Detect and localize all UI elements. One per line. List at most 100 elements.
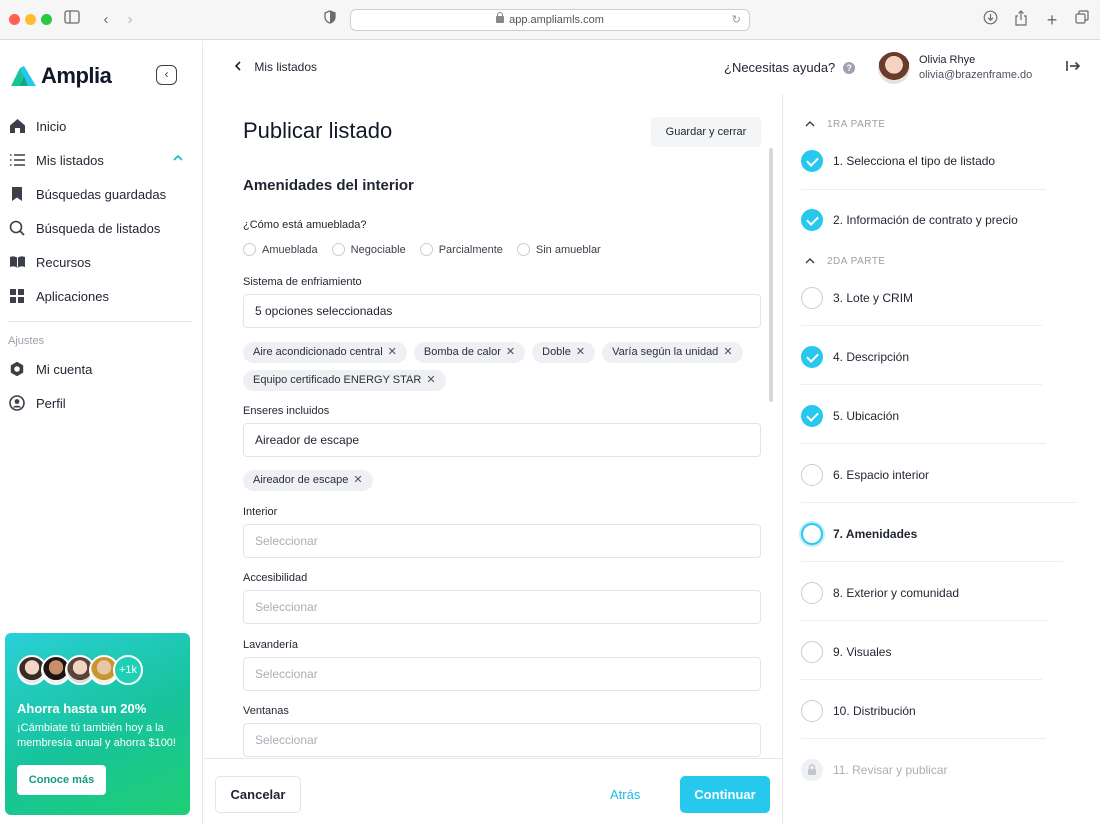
back-to-listings-link[interactable]: Mis listados	[234, 60, 317, 74]
sidebar-section-title: Ajustes	[8, 335, 45, 347]
step-3[interactable]: 3. Lote y CRIM	[801, 277, 1056, 319]
remove-chip-icon[interactable]: ✕	[506, 346, 515, 358]
back-button[interactable]: Atrás	[610, 787, 640, 802]
step-divider	[801, 443, 1046, 444]
cancel-button[interactable]: Cancelar	[215, 776, 301, 813]
help-link[interactable]: ¿Necesitas ayuda??	[724, 60, 856, 75]
minimize-window-button[interactable]	[25, 14, 36, 25]
radio-amueblada[interactable]: Amueblada	[243, 243, 318, 256]
steps-panel: 1RA PARTE 1. Selecciona el tipo de lista…	[782, 94, 1100, 825]
appliances-select[interactable]: Aireador de escape	[243, 423, 761, 457]
laundry-select[interactable]: Seleccionar	[243, 657, 761, 691]
address-bar[interactable]: app.ampliamls.com ↻	[350, 9, 750, 31]
sidebar-item-perfil[interactable]: Perfil	[0, 386, 203, 420]
step-label: 5. Ubicación	[833, 409, 900, 423]
sidebar-item-inicio[interactable]: Inicio	[0, 109, 203, 143]
step-4[interactable]: 4. Descripción	[801, 336, 1056, 378]
sidebar-item-busqueda-de-listados[interactable]: Búsqueda de listados	[0, 211, 203, 245]
close-window-button[interactable]	[9, 14, 20, 25]
page-title: Publicar listado	[243, 118, 393, 143]
remove-chip-icon[interactable]: ✕	[353, 474, 362, 486]
sidebar-item-busquedas-guardadas[interactable]: Búsquedas guardadas	[0, 177, 203, 211]
accessibility-select[interactable]: Seleccionar	[243, 590, 761, 624]
step-9[interactable]: 9. Visuales	[801, 631, 1056, 673]
sidebar-item-label: Búsqueda de listados	[36, 220, 161, 236]
step-divider	[801, 189, 1046, 190]
appliances-label: Enseres incluidos	[243, 405, 330, 417]
step-label: 1. Selecciona el tipo de listado	[833, 154, 996, 168]
collapse-sidebar-button[interactable]: ‹	[156, 65, 177, 85]
remove-chip-icon[interactable]: ✕	[723, 346, 732, 358]
sidebar-item-label: Mi cuenta	[36, 361, 93, 377]
tabs-overview-icon[interactable]	[1072, 10, 1092, 30]
remove-chip-icon[interactable]: ✕	[388, 346, 397, 358]
windows-select[interactable]: Seleccionar	[243, 723, 761, 757]
step-1[interactable]: 1. Selecciona el tipo de listado	[801, 140, 1056, 182]
user-name: Olivia Rhye	[919, 54, 976, 66]
maximize-window-button[interactable]	[41, 14, 52, 25]
save-and-close-button[interactable]: Guardar y cerrar	[651, 117, 761, 147]
sidebar-item-mis-listados[interactable]: Mis listados	[0, 143, 203, 177]
radio-circle[interactable]	[516, 243, 530, 256]
step-11: 11. Revisar y publicar	[801, 749, 1056, 791]
section-title: Amenidades del interior	[243, 177, 414, 194]
learn-more-button[interactable]: Conoce más	[17, 765, 106, 795]
step-5[interactable]: 5. Ubicación	[801, 395, 1056, 437]
lock-icon	[801, 759, 823, 781]
step-6[interactable]: 6. Espacio interior	[801, 454, 1056, 496]
sidebar-item-mi-cuenta[interactable]: Mi cuenta	[0, 352, 203, 386]
radio-label: Amueblada	[262, 243, 318, 256]
reload-icon[interactable]: ↻	[732, 10, 741, 30]
sidebar-item-recursos[interactable]: Recursos	[0, 245, 203, 279]
step-label: 3. Lote y CRIM	[833, 291, 914, 305]
sidebar-toggle-icon[interactable]	[62, 10, 82, 30]
chevron-left-icon	[234, 60, 244, 74]
radio-circle[interactable]	[419, 243, 433, 256]
step-divider	[801, 679, 1042, 680]
step-divider	[801, 620, 1048, 621]
step-label: 9. Visuales	[833, 645, 892, 659]
browser-back-icon[interactable]: ‹	[96, 10, 116, 30]
part-two-header[interactable]: 2DA PARTE	[805, 256, 886, 267]
chip-label: Doble	[542, 346, 571, 358]
browser-toolbar: ‹ › app.ampliamls.com ↻ +	[0, 0, 1100, 40]
browser-forward-icon[interactable]: ›	[120, 10, 140, 30]
interior-select[interactable]: Seleccionar	[243, 524, 761, 558]
promo-title: Ahorra hasta un 20%	[17, 701, 147, 716]
remove-chip-icon[interactable]: ✕	[576, 346, 585, 358]
brand-logo[interactable]: Amplia	[11, 63, 112, 89]
chevron-up-icon[interactable]	[173, 153, 183, 164]
continue-button[interactable]: Continuar	[680, 776, 770, 813]
check-circle-icon	[801, 405, 823, 427]
cooling-select[interactable]: 5 opciones seleccionadas	[243, 294, 761, 328]
sidebar-item-aplicaciones[interactable]: Aplicaciones	[0, 279, 203, 313]
logout-icon[interactable]	[1066, 59, 1081, 75]
share-icon[interactable]	[1011, 10, 1031, 30]
radio-parcialmente[interactable]: Parcialmente	[419, 243, 503, 256]
current-step-circle-icon	[801, 523, 823, 545]
radio-circle[interactable]	[331, 243, 345, 256]
step-label: 2. Información de contrato y precio	[833, 213, 1018, 227]
help-label: ¿Necesitas ayuda?	[724, 60, 836, 75]
sidebar-divider	[8, 321, 192, 322]
part-one-header[interactable]: 1RA PARTE	[805, 119, 886, 130]
radio-negociable[interactable]: Negociable	[331, 243, 406, 256]
step-divider	[801, 502, 1076, 503]
radio-sin-amueblar[interactable]: Sin amueblar	[516, 243, 601, 256]
furnished-label: ¿Cómo está amueblada?	[243, 219, 367, 231]
listing-form: Publicar listado Guardar y cerrar Amenid…	[204, 94, 782, 758]
download-icon[interactable]	[980, 10, 1000, 30]
new-tab-icon[interactable]: +	[1042, 10, 1062, 30]
chevron-up-icon	[805, 256, 815, 267]
step-10[interactable]: 10. Distribución	[801, 690, 1056, 732]
radio-circle[interactable]	[243, 243, 256, 256]
step-7[interactable]: 7. Amenidades	[801, 513, 1056, 555]
user-avatar[interactable]	[878, 52, 910, 84]
form-scrollbar[interactable]	[769, 148, 773, 402]
step-2[interactable]: 2. Información de contrato y precio	[801, 199, 1056, 241]
remove-chip-icon[interactable]: ✕	[426, 374, 435, 386]
privacy-shield-icon[interactable]	[320, 10, 340, 30]
step-8[interactable]: 8. Exterior y comunidad	[801, 572, 1056, 614]
step-label: 11. Revisar y publicar	[833, 763, 948, 777]
page-header: Mis listados ¿Necesitas ayuda?? Olivia R…	[204, 41, 1100, 94]
